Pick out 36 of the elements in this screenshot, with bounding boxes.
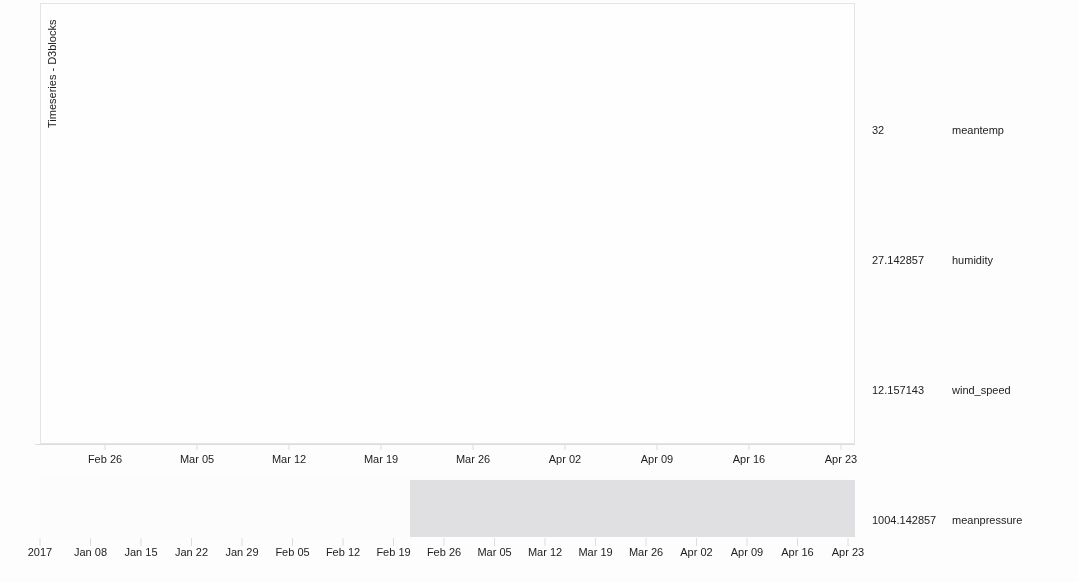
axis-label: Apr 09 bbox=[730, 546, 764, 558]
axis-label: Jan 29 bbox=[225, 546, 259, 558]
axis-label: Feb 26 bbox=[87, 453, 123, 465]
axis-label: 2017 bbox=[27, 546, 53, 558]
axis-label: Apr 23 bbox=[824, 453, 858, 465]
axis-label: Mar 12 bbox=[271, 453, 307, 465]
legend-label: meanpressure bbox=[952, 514, 1023, 526]
axis-label: Apr 02 bbox=[548, 453, 582, 465]
axis-label: Mar 19 bbox=[363, 453, 399, 465]
axis-label: Apr 02 bbox=[680, 546, 713, 558]
axis-label: Jan 22 bbox=[175, 546, 208, 558]
axis-label: Feb 19 bbox=[376, 546, 411, 558]
axis-label: Feb 05 bbox=[275, 546, 310, 558]
legend-value: 32 bbox=[871, 124, 886, 136]
axis-label: Apr 16 bbox=[732, 453, 766, 465]
axis-label: Jan 15 bbox=[124, 546, 158, 558]
legend-label: meantemp bbox=[952, 124, 1004, 136]
legend-label: humidity bbox=[952, 254, 993, 266]
chart-title: Timeseries - D3blocks bbox=[46, 19, 58, 128]
legend-value: 27.142857 bbox=[871, 254, 925, 266]
axis-label: Apr 16 bbox=[781, 546, 814, 558]
axis-label: Apr 09 bbox=[640, 453, 674, 465]
axis-label: Mar 26 bbox=[455, 453, 491, 465]
axis-label: Mar 05 bbox=[179, 453, 215, 465]
axis-label: Feb 26 bbox=[426, 546, 462, 558]
axis-label: Feb 12 bbox=[325, 546, 361, 558]
legend-value: 1004.142857 bbox=[871, 514, 938, 526]
axis-label: Mar 19 bbox=[578, 546, 613, 558]
axis-label: Mar 12 bbox=[527, 546, 563, 558]
axis-label: Jan 08 bbox=[74, 546, 107, 558]
legend-label: wind_speed bbox=[952, 384, 1011, 396]
axis-label: Mar 26 bbox=[628, 546, 664, 558]
legend-value: 12.157143 bbox=[871, 384, 925, 396]
axis-label: Apr 23 bbox=[831, 546, 865, 558]
brush-selection[interactable] bbox=[410, 480, 855, 537]
axis-label: Mar 05 bbox=[477, 546, 512, 558]
